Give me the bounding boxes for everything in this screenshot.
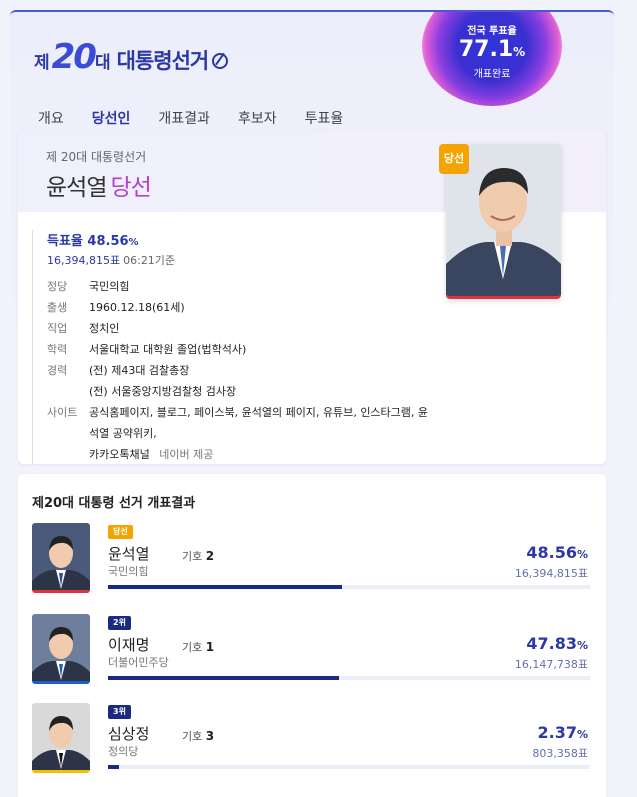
- logo-number: 20: [51, 37, 97, 77]
- candidate-votes: 803,358표: [532, 747, 588, 760]
- link-instagram[interactable]: 인스타그램: [360, 406, 411, 419]
- detail-row-career: 경력 (전) 제43대 검찰총장: [47, 364, 190, 377]
- rank-badge: 당선: [108, 525, 133, 539]
- candidate-photo[interactable]: [32, 523, 90, 593]
- winner-card: 제 20대 대통령선거 윤석열 당선 당선 득표율 48.56% 16,394,8…: [18, 130, 606, 465]
- logo-prefix: 제: [34, 53, 50, 73]
- winner-details: 정당 국민의힘 출생 1960.12.18(61세) 직업 정치인 학력 서울대학교 대…: [47, 276, 432, 465]
- link-page[interactable]: 윤석열의 페이지: [242, 406, 316, 419]
- candidate-party: 정의당: [108, 745, 139, 758]
- winner-badge: 당선: [439, 144, 469, 174]
- turnout-badge[interactable]: 전국 투표율 77.1% 개표완료: [432, 22, 552, 80]
- detail-row-education: 학력 서울대학교 대학원 졸업(법학석사): [47, 343, 247, 356]
- candidate-votes: 16,147,738표: [514, 658, 588, 671]
- link-blog[interactable]: 블로그: [157, 406, 187, 419]
- candidate-row[interactable]: 3위심상정 기호 3 정의당 2.37% 803,358표: [32, 703, 592, 779]
- portrait-icon: [32, 703, 90, 770]
- vote-bar: [108, 765, 590, 769]
- winner-name: 윤석열 당선: [46, 175, 152, 201]
- candidate-party: 더불어민주당: [108, 656, 169, 669]
- detail-row-party: 정당 국민의힘: [47, 280, 130, 293]
- candidate-row[interactable]: 당선윤석열 기호 2 국민의힘 48.56% 16,394,815표: [32, 523, 592, 599]
- vote-bar: [108, 676, 590, 680]
- candidate-party: 국민의힘: [108, 565, 149, 578]
- candidate-number: 기호 2: [182, 549, 215, 563]
- detail-row-birth: 출생 1960.12.18(61세): [47, 301, 185, 314]
- turnout-value: 77.1%: [458, 37, 526, 62]
- logo-dae: 대: [94, 53, 111, 73]
- winner-subtitle: 제 20대 대통령선거: [46, 150, 147, 164]
- winner-info: 득표율 48.56% 16,394,815표 06:21기준 정당 국민의힘 출생 1…: [32, 230, 432, 465]
- candidate-percent: 47.83%: [526, 634, 588, 653]
- winner-votes: 16,394,815표 06:21기준: [47, 254, 176, 267]
- candidate-row[interactable]: 2위이재명 기호 1 더불어민주당 47.83% 16,147,738표: [32, 614, 592, 690]
- candidate-name[interactable]: 윤석열: [108, 543, 149, 564]
- candidate-photo[interactable]: [32, 614, 90, 684]
- election-widget: 제 20 대 대통령선거 전국 투표율 77.1% 개표완료 개요 당선인 개표…: [10, 10, 614, 797]
- vote-bar: [108, 585, 590, 589]
- rank-badge: 2위: [108, 616, 131, 630]
- link-homepage[interactable]: 공식홈페이지: [89, 406, 150, 419]
- detail-row-sites: 사이트 공식홈페이지, 블로그, 페이스북, 윤석열의 페이지, 유튜브, 인스…: [47, 406, 429, 461]
- source-note: 네이버 제공: [159, 448, 214, 461]
- link-kakao[interactable]: 카카오톡채널: [89, 448, 150, 461]
- link-facebook[interactable]: 페이스북: [194, 406, 234, 419]
- rank-badge: 3위: [108, 705, 131, 719]
- candidate-name[interactable]: 심상정: [108, 723, 149, 744]
- header: 제 20 대 대통령선거 전국 투표율 77.1% 개표완료: [10, 12, 614, 108]
- candidate-percent: 2.37%: [537, 723, 588, 742]
- candidate-number: 기호 1: [182, 640, 215, 654]
- logo-title: 대통령선거: [116, 49, 210, 73]
- candidate-number: 기호 3: [182, 729, 215, 743]
- vote-stamp-icon: [212, 53, 229, 69]
- portrait-icon: [32, 523, 90, 590]
- results-title: 제20대 대통령 선거 개표결과: [32, 496, 196, 511]
- detail-row-job: 직업 정치인: [47, 322, 120, 335]
- results-card: 제20대 대통령 선거 개표결과 당선윤석열 기호 2 국민의힘 48.56% 16,3…: [18, 474, 606, 797]
- election-logo[interactable]: 제 20 대 대통령선거: [34, 37, 229, 77]
- portrait-icon: [32, 614, 90, 681]
- link-youtube[interactable]: 유튜브: [323, 406, 353, 419]
- turnout-label: 전국 투표율: [467, 26, 517, 37]
- detail-row-career-2: (전) 서울중앙지방검찰청 검사장: [89, 385, 237, 398]
- winner-rate: 득표율 48.56%: [47, 234, 139, 249]
- vote-bar-fill: [108, 765, 120, 769]
- turnout-status: 개표완료: [473, 69, 511, 80]
- candidate-name[interactable]: 이재명: [108, 634, 149, 655]
- candidate-percent: 48.56%: [526, 543, 588, 562]
- vote-bar-fill: [108, 676, 339, 680]
- vote-bar-fill: [108, 585, 343, 589]
- candidate-photo[interactable]: [32, 703, 90, 773]
- candidate-votes: 16,394,815표: [514, 567, 588, 580]
